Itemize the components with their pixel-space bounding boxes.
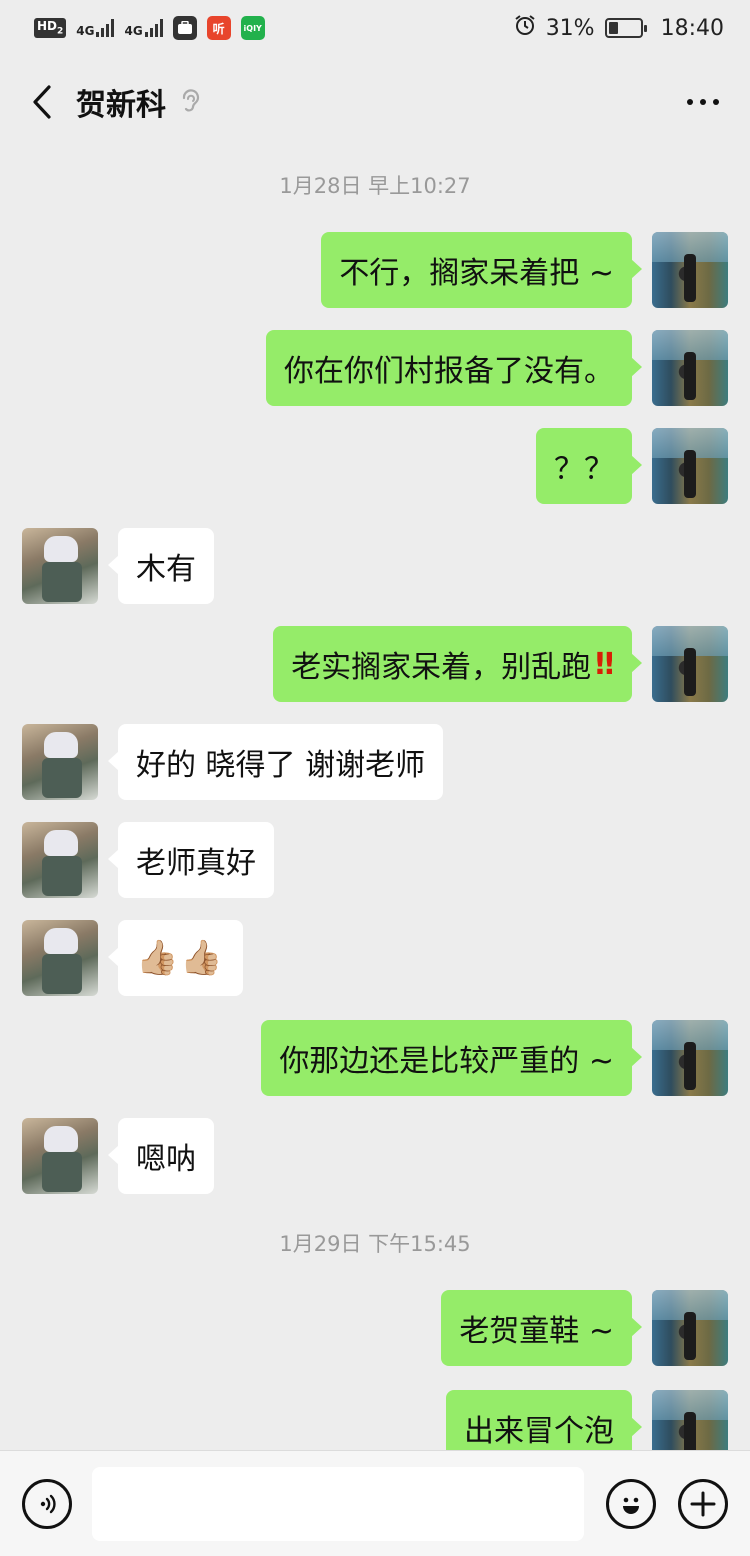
back-button[interactable] <box>22 77 62 127</box>
my-avatar[interactable] <box>652 1020 728 1096</box>
timestamp: 1月29日 下午15:45 <box>279 1232 471 1256</box>
message-text: 嗯呐 <box>136 1142 196 1177</box>
emoji-icon <box>623 1497 639 1514</box>
iqiyi-app-icon: iQIY <box>240 16 265 40</box>
input-bar <box>0 1450 750 1556</box>
timestamp: 1月28日 早上10:27 <box>279 174 471 198</box>
signal-bars-icon <box>96 19 115 37</box>
my-avatar[interactable] <box>652 1390 728 1450</box>
battery-fill <box>608 22 618 34</box>
message-sent: 出来冒个泡 <box>0 1390 750 1450</box>
message-sent: 你在你们村报备了没有。 <box>0 330 750 406</box>
plus-button[interactable] <box>678 1478 728 1529</box>
my-avatar[interactable] <box>652 330 728 406</box>
message-list[interactable]: 1月28日 早上10:27 不行，搁家呆着把 ~ 你在你们村报备了没有。 ？？ 木有老实… <box>0 148 750 1450</box>
message-received: 好的 晓得了 谢谢老师 <box>0 724 750 800</box>
battery-percent: 31% <box>545 15 595 41</box>
message-sent: 不行，搁家呆着把 ~ <box>0 232 750 308</box>
my-avatar[interactable] <box>652 1290 728 1366</box>
my-avatar[interactable] <box>652 232 728 308</box>
message-received: 嗯呐 <box>0 1118 750 1194</box>
network-signal-1: 4G <box>76 19 115 38</box>
hd-badge: HD2 <box>34 18 67 38</box>
contact-avatar[interactable] <box>22 1118 98 1194</box>
message-bubble[interactable]: 不行，搁家呆着把 ~ <box>321 232 642 308</box>
double-exclamation-icon: ‼ <box>595 646 614 682</box>
message-bubble[interactable]: 你那边还是比较严重的 ~ <box>261 1020 642 1096</box>
clock: 18:40 <box>660 15 724 41</box>
message-bubble[interactable]: ？？ <box>536 428 642 504</box>
message-received: 👍🏼👍🏼 <box>0 920 750 996</box>
ear-mode-icon <box>182 89 200 112</box>
chat-title: 贺新科 <box>76 88 166 123</box>
message-text: ？？ <box>554 452 614 487</box>
message-text: 好的 晓得了 谢谢老师 <box>136 748 426 783</box>
alarm-icon <box>514 14 536 42</box>
network-signal-2: 4G <box>124 19 163 38</box>
voice-button[interactable] <box>22 1478 72 1529</box>
message-text: 👍🏼👍🏼 <box>136 938 225 978</box>
message-text: 老实搁家呆着，别乱跑 <box>291 650 592 685</box>
status-left: HD2 4G 4G 听 iQIY <box>34 16 265 40</box>
message-sent: 老实搁家呆着，别乱跑 ‼ <box>0 626 750 702</box>
network-label-2: 4G <box>124 24 143 38</box>
message-bubble[interactable]: 老师真好 <box>108 822 274 898</box>
battery-icon <box>604 18 647 38</box>
briefcase-icon <box>172 16 197 40</box>
hd-label: HD <box>37 19 58 34</box>
message-text: 老师真好 <box>136 846 256 881</box>
my-avatar[interactable] <box>652 428 728 504</box>
message-bubble[interactable]: 嗯呐 <box>108 1118 214 1194</box>
message-sent: 老贺童鞋 ~ <box>0 1290 750 1366</box>
status-right: 31% 18:40 <box>514 14 724 42</box>
message-received: 木有 <box>0 528 750 604</box>
more-options-button[interactable] <box>678 82 728 122</box>
message-text: 你那边还是比较严重的 ~ <box>279 1044 614 1079</box>
message-bubble[interactable]: 出来冒个泡 <box>446 1390 642 1450</box>
contact-avatar[interactable] <box>22 822 98 898</box>
message-input[interactable] <box>92 1466 584 1541</box>
emoji-button[interactable] <box>606 1478 656 1529</box>
contact-avatar[interactable] <box>22 920 98 996</box>
message-sent: ？？ <box>0 428 750 504</box>
message-text: 出来冒个泡 <box>464 1414 614 1449</box>
message-bubble[interactable]: 好的 晓得了 谢谢老师 <box>107 724 444 800</box>
message-bubble[interactable]: 木有 <box>108 528 214 604</box>
network-label-1: 4G <box>76 24 95 38</box>
message-text: 不行，搁家呆着把 ~ <box>339 256 614 291</box>
message-bubble[interactable]: 👍🏼👍🏼 <box>108 920 243 996</box>
message-sent: 你那边还是比较严重的 ~ <box>0 1020 750 1096</box>
message-bubble[interactable]: 老实搁家呆着，别乱跑 ‼ <box>273 626 642 702</box>
my-avatar[interactable] <box>652 626 728 702</box>
message-received: 老师真好 <box>0 822 750 898</box>
chevron-left-icon <box>33 85 51 119</box>
message-text: 你在你们村报备了没有。 <box>284 354 614 389</box>
chat-header: 贺新科 <box>0 56 750 148</box>
hd-sub: 2 <box>57 26 64 37</box>
contact-avatar[interactable] <box>22 724 98 800</box>
message-bubble[interactable]: 你在你们村报备了没有。 <box>266 330 642 406</box>
status-bar: HD2 4G 4G 听 iQIY 31% 18:40 <box>0 0 750 56</box>
listen-app-icon: 听 <box>206 16 231 40</box>
contact-avatar[interactable] <box>22 528 98 604</box>
message-text: 老贺童鞋 ~ <box>459 1314 614 1349</box>
signal-bars-icon <box>144 19 163 37</box>
voice-icon <box>40 1494 56 1513</box>
message-bubble[interactable]: 老贺童鞋 ~ <box>441 1290 642 1366</box>
message-text: 木有 <box>136 552 196 587</box>
plus-icon <box>690 1491 716 1516</box>
